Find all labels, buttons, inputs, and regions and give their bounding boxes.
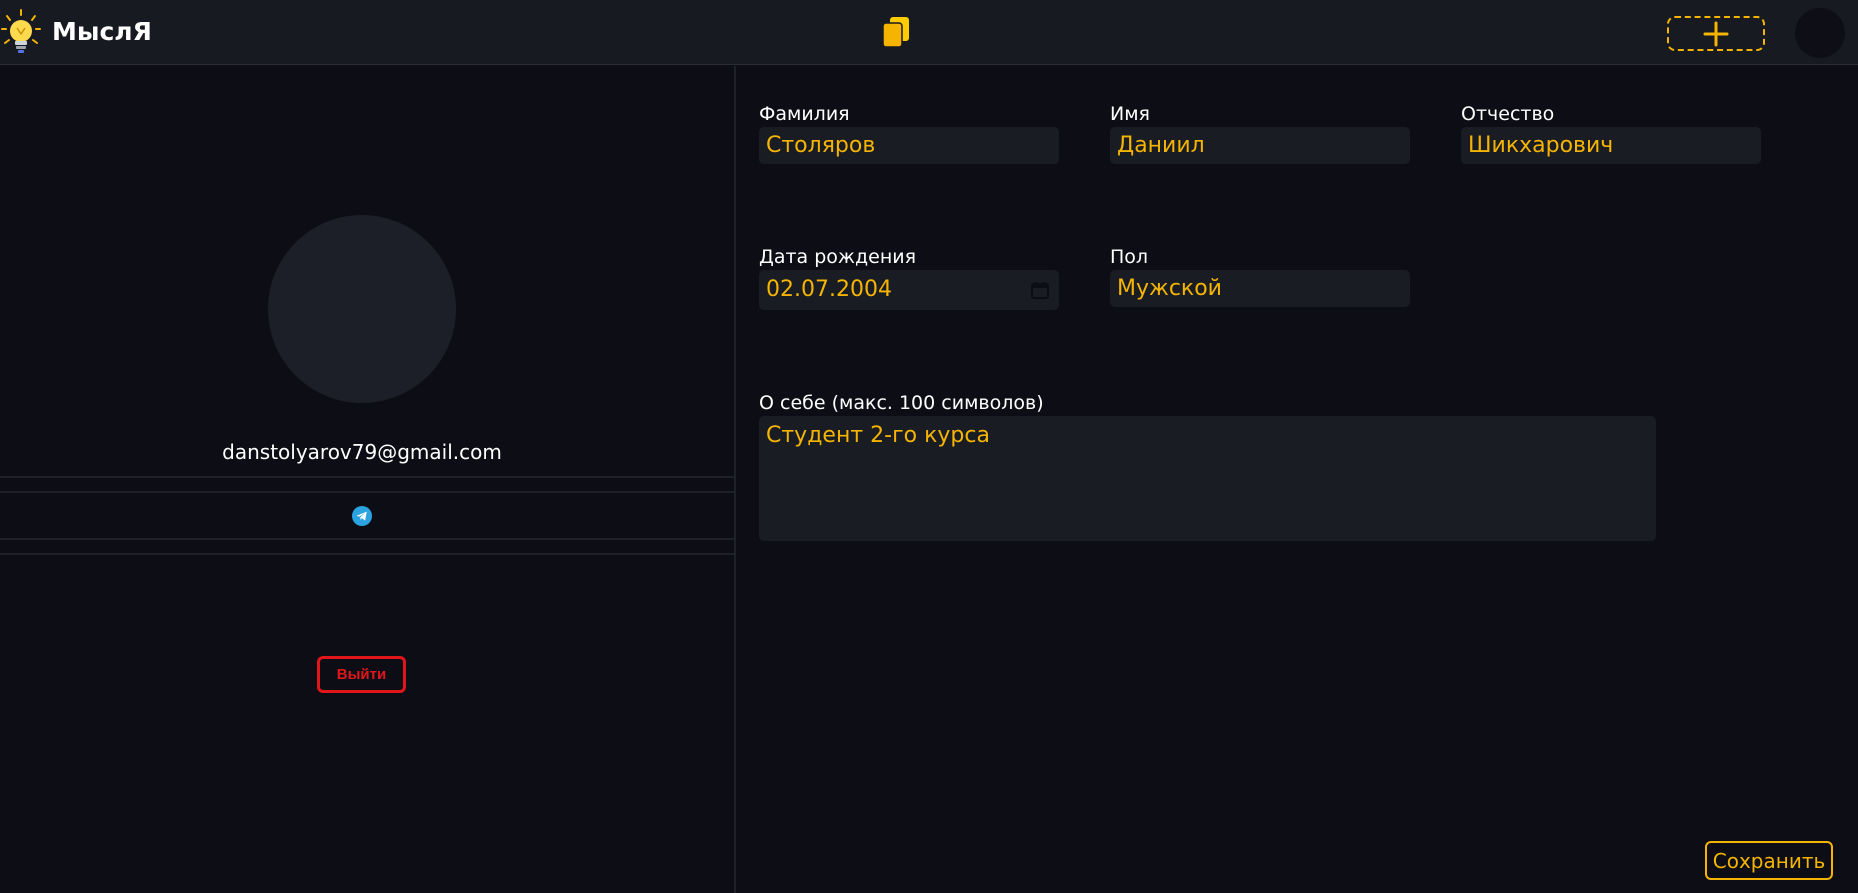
profile-email: danstolyarov79@gmail.com [222,440,502,464]
first-name-label: Имя [1110,103,1150,125]
save-button[interactable]: Сохранить [1705,841,1833,880]
divider [0,553,735,555]
gender-label: Пол [1110,246,1149,268]
add-button[interactable] [1667,16,1765,51]
app-title[interactable]: МыслЯ [52,17,152,46]
plus-icon [1703,21,1729,46]
lightbulb-icon[interactable] [0,8,44,58]
calendar-icon[interactable] [1031,281,1049,299]
patronymic-field[interactable]: Шикхарович [1461,127,1761,164]
last-name-label: Фамилия [759,103,850,125]
about-textarea[interactable]: Студент 2-го курса [759,416,1656,541]
birth-date-label: Дата рождения [759,246,917,268]
cards-icon[interactable] [881,15,911,49]
about-label: О себе (макс. 100 символов) [759,392,1044,414]
last-name-field[interactable]: Столяров [759,127,1059,164]
telegram-icon[interactable] [352,506,372,526]
birth-date-field[interactable]: 02.07.2004 [759,270,1059,310]
birth-date-value: 02.07.2004 [766,277,892,302]
top-bar: МыслЯ [0,0,1858,65]
gender-field[interactable]: Мужской [1110,270,1410,307]
profile-panel: danstolyarov79@gmail.com Выйти [0,66,736,893]
user-avatar[interactable] [1795,8,1845,58]
divider [0,491,735,493]
profile-avatar[interactable] [268,215,456,403]
divider [0,476,735,478]
first-name-field[interactable]: Даниил [1110,127,1410,164]
divider [0,538,735,540]
patronymic-label: Отчество [1461,103,1555,125]
logout-button[interactable]: Выйти [317,656,406,693]
